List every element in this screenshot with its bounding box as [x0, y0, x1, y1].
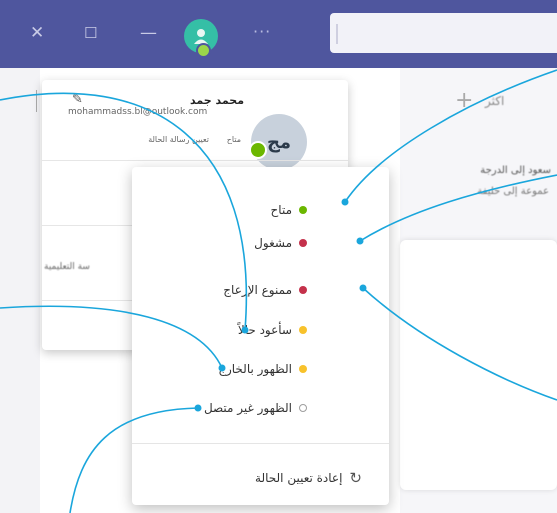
status-item-label: ممنوع الإزعاج [223, 283, 292, 297]
status-item-label: سأعود حالاً [237, 323, 292, 337]
background-text: سعود إلى الدرجة [480, 165, 551, 176]
org-label: سة التعليمية [44, 262, 90, 272]
status-item-label: مشغول [254, 236, 292, 250]
do-not-disturb-dot-icon [299, 286, 307, 294]
status-item-do-not-disturb[interactable]: ممنوع الإزعاج [223, 278, 307, 302]
menu-divider [132, 443, 389, 444]
edit-icon[interactable]: ✎ [72, 92, 83, 107]
available-dot-icon [299, 206, 307, 214]
status-item-appear-away[interactable]: الظهور بالخارج [218, 357, 307, 381]
status-item-label: متاح [270, 203, 292, 217]
be-right-back-dot-icon [299, 326, 307, 334]
profile-name: محمد جمد [190, 94, 244, 107]
background-text: عموعة إلى حليفة [477, 186, 549, 197]
search-caret [336, 24, 338, 44]
divider [36, 90, 37, 112]
background-card [400, 240, 557, 490]
close-icon[interactable]: ✕ [30, 20, 44, 46]
appear-away-dot-icon [299, 365, 307, 373]
left-rail [0, 68, 40, 513]
refresh-icon: ↻ [349, 469, 362, 487]
presence-dot [196, 43, 211, 58]
status-item-available[interactable]: متاح [271, 198, 307, 222]
status-item-appear-offline[interactable]: الظهور غير متصل [204, 396, 307, 420]
status-item-label: الظهور غير متصل [203, 401, 292, 415]
divider [42, 300, 134, 301]
busy-dot-icon [299, 239, 307, 247]
reset-status-button[interactable]: ↻ إعادة تعيين الحالة [255, 466, 362, 490]
search-input[interactable] [330, 13, 557, 53]
profile-email: mohammadss.bl@outlook.com [68, 107, 208, 117]
reset-status-label: إعادة تعيين الحالة [255, 471, 343, 485]
add-icon[interactable]: + [455, 88, 473, 113]
status-item-be-right-back[interactable]: سأعود حالاً [238, 318, 307, 342]
appear-offline-dot-icon [299, 404, 307, 412]
divider [42, 160, 348, 161]
minimize-icon[interactable]: — [140, 20, 157, 46]
maximize-icon[interactable]: ☐ [84, 20, 97, 46]
divider [42, 225, 134, 226]
set-status-message-link[interactable]: تعيين رسالة الحالة [148, 135, 209, 144]
more-label[interactable]: اكثر [485, 94, 504, 108]
current-status-label[interactable]: متاح [227, 135, 241, 144]
status-item-label: الظهور بالخارج [218, 362, 292, 376]
status-item-busy[interactable]: مشغول [254, 231, 307, 255]
more-icon[interactable]: ··· [253, 22, 271, 41]
available-status-dot [249, 141, 267, 159]
